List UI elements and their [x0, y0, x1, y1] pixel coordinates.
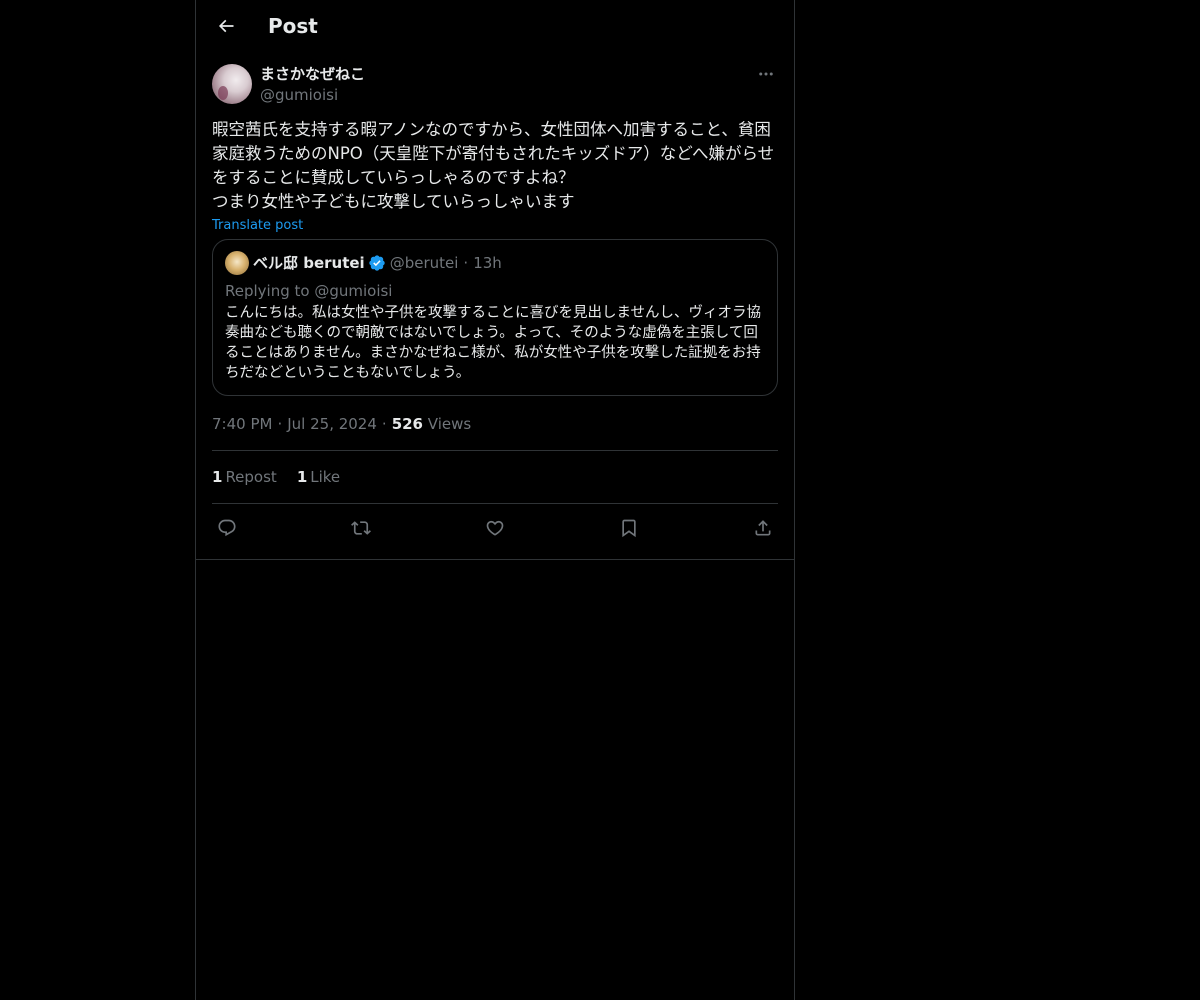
reposts-stat[interactable]: 1 Repost	[212, 467, 277, 487]
bookmark-button[interactable]	[618, 517, 640, 539]
quoted-display-name: ベル邸 berutei	[253, 254, 365, 272]
reply-icon	[218, 519, 236, 536]
meta-separator: ·	[381, 415, 387, 433]
post-text: 暇空茜氏を支持する暇アノンなのですから、女性団体へ加害すること、貧困家庭救うため…	[212, 120, 775, 211]
quoted-timestamp: 13h	[473, 254, 502, 272]
quoted-separator: ·	[463, 254, 469, 272]
reposts-count: 1	[212, 468, 223, 486]
author-handle[interactable]: @gumioisi	[260, 85, 338, 105]
post-bottom-divider	[196, 559, 794, 560]
reply-button[interactable]	[216, 517, 238, 539]
avatar[interactable]	[212, 64, 252, 104]
main-column: Post まさかなぜねこ @gumioisi 暇空茜氏を支持する暇アノンなのです…	[195, 0, 795, 1000]
likes-stat[interactable]: 1 Like	[297, 467, 340, 487]
back-button[interactable]	[208, 8, 244, 44]
post-meta: 7:40 PM · Jul 25, 2024 · 526 Views	[212, 414, 778, 434]
reposts-label: Repost	[225, 468, 277, 486]
post-date[interactable]: Jul 25, 2024	[287, 415, 377, 433]
author-display-name[interactable]: まさかなぜねこ	[260, 64, 365, 84]
quoted-avatar	[225, 251, 249, 275]
bookmark-icon	[622, 519, 636, 537]
more-icon	[759, 72, 773, 76]
likes-label: Like	[310, 468, 341, 486]
engagement-stats: 1 Repost 1 Like	[212, 451, 778, 503]
post-time[interactable]: 7:40 PM	[212, 415, 272, 433]
replying-mention: @gumioisi	[314, 282, 393, 300]
more-options-button[interactable]	[754, 62, 778, 86]
share-button[interactable]	[752, 517, 774, 539]
quoted-post-header: ベル邸 berutei @berutei · 13h	[225, 251, 765, 275]
like-icon	[486, 520, 504, 536]
arrow-left-icon	[218, 19, 234, 33]
quoted-text: こんにちは。私は女性や子供を攻撃することに喜びを見出しませんし、ヴィオラ協奏曲な…	[225, 305, 762, 381]
translate-post-link[interactable]: Translate post	[212, 217, 303, 235]
meta-separator: ·	[277, 415, 283, 433]
repost-button[interactable]	[350, 517, 372, 539]
quoted-post[interactable]: ベル邸 berutei @berutei · 13h Replying to @…	[212, 239, 778, 396]
likes-count: 1	[296, 468, 308, 486]
post-author-row: まさかなぜねこ @gumioisi	[212, 62, 778, 110]
post: まさかなぜねこ @gumioisi 暇空茜氏を支持する暇アノンなのですから、女性…	[212, 62, 778, 551]
action-bar	[212, 504, 778, 551]
page-header: Post	[196, 0, 794, 53]
views-count: 526	[391, 415, 423, 433]
repost-icon	[351, 520, 371, 535]
share-icon	[755, 519, 771, 535]
page-title: Post	[268, 14, 318, 38]
replying-to: Replying to @gumioisi	[225, 281, 765, 301]
views-label: Views	[423, 415, 472, 433]
quoted-handle: @berutei	[389, 254, 459, 272]
verified-badge-icon	[368, 254, 386, 272]
like-button[interactable]	[484, 517, 506, 539]
replying-prefix: Replying to	[225, 282, 315, 300]
